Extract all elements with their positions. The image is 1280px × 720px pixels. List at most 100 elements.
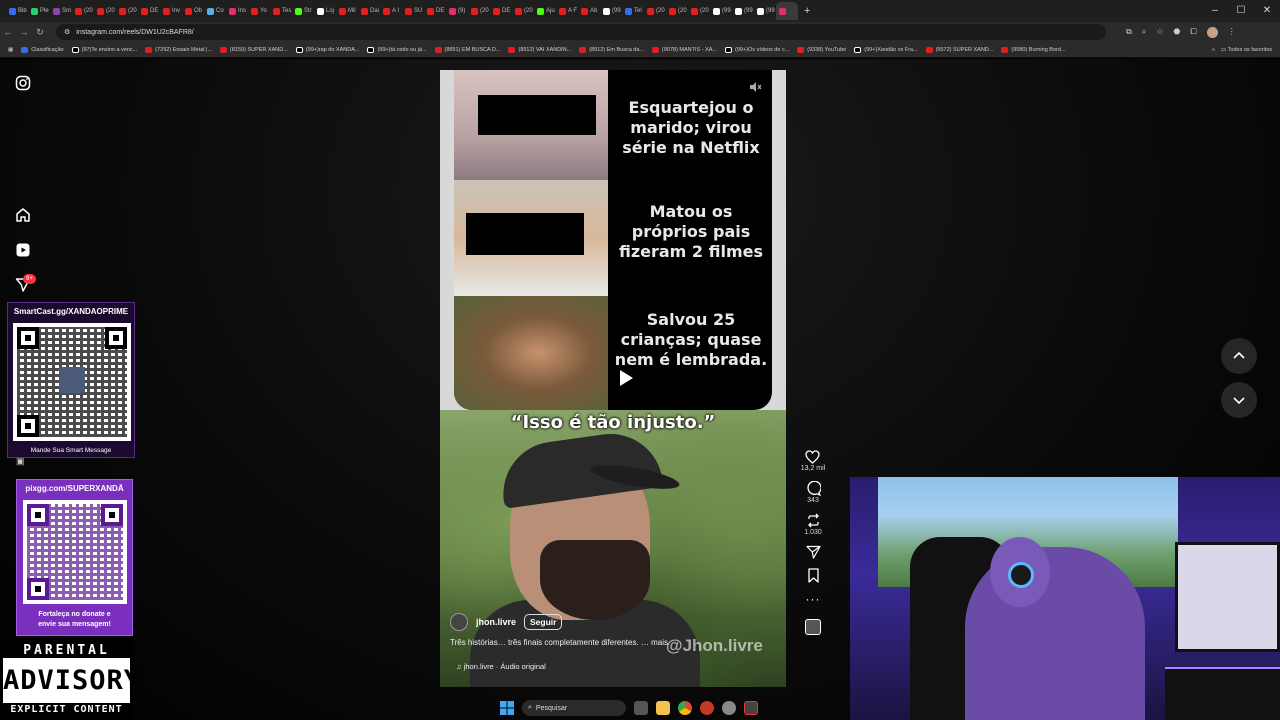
browser-tab[interactable]: (99 — [754, 2, 776, 20]
browser-tab[interactable]: (20 — [644, 2, 666, 20]
browser-tab[interactable]: Sm — [50, 2, 72, 20]
home-icon[interactable] — [15, 207, 31, 223]
profile-avatar[interactable] — [1206, 26, 1218, 38]
browser-tab[interactable]: Mil — [336, 2, 358, 20]
reel-video[interactable]: Esquartejou o marido; virou série na Net… — [440, 70, 786, 687]
reel-audio[interactable]: ♫ jhon.livre · Áudio original — [456, 662, 546, 671]
star-icon[interactable]: ☆ — [1156, 27, 1163, 38]
browser-tab[interactable]: A I — [380, 2, 402, 20]
browser-tab[interactable]: (20 — [468, 2, 490, 20]
browser-tab[interactable]: (20 — [94, 2, 116, 20]
browser-tab[interactable]: Ab — [578, 2, 600, 20]
close-window-button[interactable]: ✕ — [1254, 0, 1280, 22]
browser-tab[interactable]: (20 — [666, 2, 688, 20]
repost-action[interactable]: 1.030 — [804, 513, 822, 536]
browser-tab[interactable]: DE — [424, 2, 446, 20]
share-action[interactable] — [805, 545, 821, 559]
browser-tab[interactable]: Co — [204, 2, 226, 20]
browser-tab[interactable]: DE — [490, 2, 512, 20]
follow-button[interactable]: Seguir — [524, 614, 563, 630]
browser-tab[interactable]: Dai — [358, 2, 380, 20]
browser-tab[interactable]: (20 — [116, 2, 138, 20]
bookmark-item[interactable]: (8851) EM BUSCA D... — [434, 46, 500, 53]
browser-tab[interactable]: Ple — [28, 2, 50, 20]
bookmark-item[interactable]: (9338) YouTube — [797, 46, 846, 53]
bookmarks-more-button[interactable]: » — [1212, 47, 1215, 53]
audio-thumbnail[interactable] — [805, 619, 821, 635]
browser-tab[interactable]: Aju — [534, 2, 556, 20]
bookmark-item[interactable]: (7292) Ensaio Metal |... — [145, 46, 212, 53]
browser-tab[interactable]: Ob — [182, 2, 204, 20]
browser-tab[interactable]: SU — [402, 2, 424, 20]
file-explorer-icon[interactable] — [656, 701, 670, 715]
browser-tab[interactable]: (20 — [512, 2, 534, 20]
settings-icon[interactable] — [722, 701, 736, 715]
browser-tab[interactable]: (9) — [446, 2, 468, 20]
reel-description[interactable]: Três histórias… três finais completament… — [450, 638, 668, 647]
zoom-icon[interactable]: ⌕ — [1142, 27, 1146, 38]
chrome-icon[interactable] — [678, 701, 692, 715]
next-reel-button[interactable] — [1221, 382, 1257, 418]
minimize-button[interactable]: – — [1202, 0, 1228, 22]
bookmark-item[interactable]: (9572) SUPER XAND... — [925, 46, 993, 53]
author-name[interactable]: jhon.livre — [476, 617, 516, 627]
previous-reel-button[interactable] — [1221, 338, 1257, 374]
bookmark-item[interactable]: (99+)rap do XANDÃ... — [295, 46, 359, 53]
site-info-icon[interactable]: ⚙ — [64, 28, 70, 36]
menu-icon[interactable]: ⋮ — [1228, 27, 1236, 38]
author-avatar[interactable] — [450, 613, 468, 631]
browser-tab[interactable]: Bib — [6, 2, 28, 20]
comment-action[interactable]: 343 — [806, 481, 821, 504]
browser-tab[interactable]: Inv — [160, 2, 182, 20]
extension-icon[interactable]: ⬣ — [1173, 27, 1180, 38]
browser-tab[interactable]: Tel — [622, 2, 644, 20]
task-view-icon[interactable] — [634, 701, 648, 715]
taskbar-search[interactable]: ⌕ Pesquisar — [522, 700, 626, 716]
back-icon[interactable]: ← — [0, 27, 16, 37]
bookmark-item[interactable]: (8912) VAI XANDIN... — [508, 46, 571, 53]
browser-tab[interactable]: (99 — [710, 2, 732, 20]
browser-tab[interactable]: Str — [292, 2, 314, 20]
browser-tab[interactable]: (99 — [732, 2, 754, 20]
play-icon[interactable] — [620, 370, 633, 386]
instagram-logo-icon[interactable] — [15, 75, 31, 91]
speaker-muted-icon[interactable] — [748, 80, 762, 94]
maximize-button[interactable]: ☐ — [1228, 0, 1254, 22]
bookmark-item[interactable]: (99+)Xandão vs Fra... — [854, 46, 918, 53]
bookmark-item[interactable]: (97)Te ensino a venc... — [71, 46, 137, 53]
bookmark-item[interactable]: Classificação — [21, 46, 64, 53]
bookmark-item[interactable]: (9078) MANTIS - XA... — [652, 46, 717, 53]
browser-tab[interactable]: Loj — [314, 2, 336, 20]
like-action[interactable]: 13,2 mil — [801, 450, 825, 472]
windows-start-icon[interactable] — [500, 701, 514, 715]
all-bookmarks-link[interactable]: Todos os favoritos — [1228, 47, 1272, 53]
install-icon[interactable]: ⧉ — [1126, 27, 1132, 38]
save-action[interactable] — [807, 568, 820, 583]
browser-tab[interactable]: A F — [556, 2, 578, 20]
browser-tab[interactable]: Tes — [270, 2, 292, 20]
address-bar[interactable]: ⚙ instagram.com/reels/DW1U2cBAFR8/ — [56, 24, 1106, 40]
bookmark-item[interactable]: (8912) Em Busca da... — [579, 46, 644, 53]
browser-tab[interactable]: (20 — [688, 2, 710, 20]
browser-tab[interactable]: (20 — [72, 2, 94, 20]
browser-tab[interactable]: DE — [138, 2, 160, 20]
app-icon-red[interactable] — [700, 701, 714, 715]
tab-favicon-icon — [515, 7, 522, 15]
bookmark-item[interactable]: (9580) Burning Bord... — [1001, 46, 1066, 53]
reload-icon[interactable]: ↻ — [32, 27, 48, 38]
browser-tab[interactable]: Yo — [248, 2, 270, 20]
browser-tab[interactable]: (99 — [600, 2, 622, 20]
bookmark-item[interactable]: (99+)Os vídeos de c... — [725, 46, 789, 53]
bookmark-item[interactable]: (8159) SUPER XAND... — [220, 46, 288, 53]
browser-tab[interactable]: Ins — [226, 2, 248, 20]
more-action[interactable]: ··· — [806, 592, 821, 606]
streaming-app-icon[interactable] — [744, 701, 758, 715]
new-tab-button[interactable]: + — [804, 5, 810, 17]
bookmark-icon — [807, 568, 819, 583]
apps-icon[interactable]: ▦ — [8, 47, 13, 53]
reels-icon[interactable] — [15, 242, 31, 258]
forward-icon[interactable]: → — [16, 27, 32, 37]
extensions-icon[interactable]: ⧠ — [1190, 27, 1196, 38]
bookmark-item[interactable]: (99+)tá cedo ou já... — [367, 46, 427, 53]
browser-tab[interactable] — [776, 2, 798, 20]
